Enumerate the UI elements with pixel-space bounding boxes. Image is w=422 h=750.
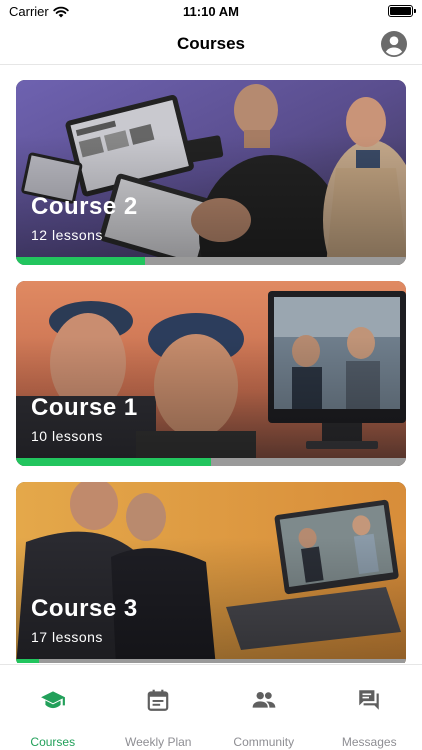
tab-community[interactable]: Community <box>211 665 317 750</box>
page-title: Courses <box>176 34 246 53</box>
battery-icon <box>388 5 416 17</box>
tab-messages[interactable]: Messages <box>317 665 422 750</box>
course-card[interactable]: Course 1 10 lessons <box>16 281 406 466</box>
course-title: Course 1 <box>31 394 138 421</box>
course-lesson-count: 12 lessons <box>31 227 103 243</box>
course-lesson-count: 17 lessons <box>31 629 103 645</box>
tab-courses[interactable]: Courses <box>0 665 106 750</box>
status-bar: Carrier 11:10 AM <box>0 0 422 24</box>
course-lesson-count: 10 lessons <box>31 428 103 444</box>
course-progress-track <box>16 659 406 663</box>
tab-weekly-plan[interactable]: Weekly Plan <box>106 665 212 750</box>
nav-bar: Courses <box>0 24 422 65</box>
people-icon <box>252 691 276 708</box>
tab-label: Messages <box>341 735 397 749</box>
calendar-icon <box>147 689 169 711</box>
graduation-cap-icon <box>40 691 65 709</box>
status-time: 11:10 AM <box>183 4 239 19</box>
course-card[interactable]: Course 2 12 lessons <box>16 80 406 265</box>
course-progress-track <box>16 458 406 466</box>
course-title: Course 3 <box>31 595 138 622</box>
tab-label: Weekly Plan <box>125 735 192 749</box>
chat-icon <box>359 690 379 710</box>
course-progress-fill <box>16 458 211 466</box>
tab-bar: Courses Weekly Plan Community Messages <box>0 664 422 750</box>
course-progress-fill <box>16 257 145 265</box>
course-title: Course 2 <box>31 193 138 220</box>
tab-label: Courses <box>30 735 76 749</box>
course-card[interactable]: Course 3 17 lessons <box>16 482 406 663</box>
course-progress-track <box>16 257 406 265</box>
tab-label: Community <box>233 735 295 749</box>
course-list[interactable]: Course 2 12 lessons Course 1 10 lessons … <box>0 66 422 663</box>
account-circle-icon[interactable] <box>381 31 407 57</box>
course-progress-fill <box>16 659 40 663</box>
